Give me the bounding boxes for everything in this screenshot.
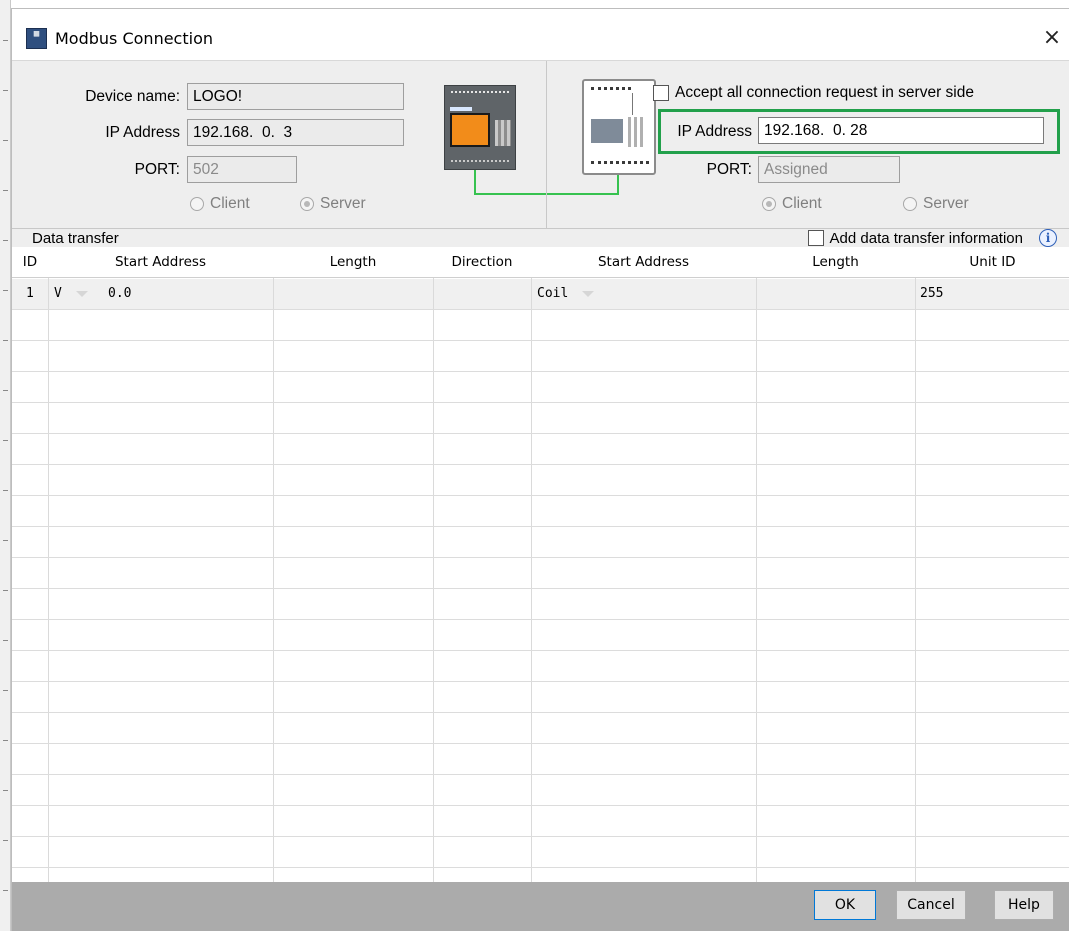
modbus-connection-dialog: ▦ Modbus Connection × Device name: LOGO!… <box>11 8 1069 931</box>
accept-all-label: Accept all connection request in server … <box>675 84 974 101</box>
local-port-field[interactable]: 502 <box>187 156 297 183</box>
remote-area-value: Coil <box>537 286 569 301</box>
local-ip-field[interactable]: 192.168. 0. 3 <box>187 119 404 146</box>
data-transfer-table: ID Start Address Length Direction Start … <box>12 247 1069 882</box>
unit-id-value[interactable]: 255 <box>920 279 943 309</box>
chevron-down-icon[interactable] <box>75 290 88 297</box>
window-title: Modbus Connection <box>55 29 213 48</box>
table-row-divider <box>12 309 1069 310</box>
radio-circle-selected <box>762 197 776 211</box>
local-client-radio[interactable]: Client <box>190 195 250 213</box>
dialog-footer: OK Cancel Help <box>12 882 1069 931</box>
column-header-id[interactable]: ID <box>12 247 48 278</box>
remote-port-label: PORT: <box>706 161 752 178</box>
column-header-remote-length[interactable]: Length <box>756 247 915 278</box>
local-server-radio[interactable]: Server <box>300 195 366 213</box>
remote-server-radio[interactable]: Server <box>903 195 969 213</box>
info-icon[interactable]: i <box>1039 229 1057 247</box>
remote-area-select[interactable]: Coil <box>537 279 595 309</box>
title-bar[interactable]: ▦ Modbus Connection × <box>12 9 1069 59</box>
remote-client-radio[interactable]: Client <box>762 195 822 213</box>
radio-circle-selected <box>300 197 314 211</box>
device-name-field[interactable]: LOGO! <box>187 83 404 110</box>
remote-server-label: Server <box>923 195 969 212</box>
radio-circle <box>903 197 917 211</box>
local-port-label: PORT: <box>134 161 180 178</box>
logo-device-image <box>444 85 516 170</box>
help-button[interactable]: Help <box>994 890 1054 920</box>
add-info-label: Add data transfer information <box>829 229 1023 247</box>
row-id: 1 <box>26 286 34 301</box>
remote-port-field[interactable]: Assigned <box>758 156 900 183</box>
table-row-divider <box>12 836 1069 837</box>
ok-button[interactable]: OK <box>814 890 876 920</box>
local-ip-label: IP Address <box>105 124 180 141</box>
accept-all-checkbox[interactable] <box>653 85 669 101</box>
column-header-local-start[interactable]: Start Address <box>48 247 273 278</box>
table-row-divider <box>12 650 1069 651</box>
table-row-divider <box>12 495 1069 496</box>
data-transfer-header: Data transfer Add data transfer informat… <box>12 228 1069 247</box>
local-client-label: Client <box>210 195 250 212</box>
local-area-value: V <box>54 286 62 301</box>
table-row-divider <box>12 464 1069 465</box>
data-transfer-title: Data transfer <box>32 230 119 247</box>
table-row-divider <box>12 712 1069 713</box>
close-icon[interactable]: × <box>1035 23 1069 53</box>
remote-client-label: Client <box>782 195 822 212</box>
panel-divider <box>546 61 547 229</box>
remote-ip-label: IP Address <box>677 123 752 140</box>
table-row-divider <box>12 402 1069 403</box>
table-row-divider <box>12 805 1069 806</box>
table-row-divider <box>12 867 1069 868</box>
local-server-label: Server <box>320 195 366 212</box>
local-area-select[interactable]: V <box>54 279 88 309</box>
accept-all-option[interactable]: Accept all connection request in server … <box>653 84 974 102</box>
table-header: ID Start Address Length Direction Start … <box>12 247 1069 278</box>
table-row-divider <box>12 681 1069 682</box>
table-row-divider <box>12 340 1069 341</box>
column-header-remote-start[interactable]: Start Address <box>531 247 756 278</box>
table-row-divider <box>12 774 1069 775</box>
table-row-divider <box>12 526 1069 527</box>
add-info-option[interactable]: Add data transfer information i <box>807 229 1057 247</box>
table-row-divider <box>12 557 1069 558</box>
column-header-unit-id[interactable]: Unit ID <box>915 247 1069 278</box>
remote-device-image <box>582 79 656 175</box>
background-window-edge <box>0 0 11 931</box>
cancel-button[interactable]: Cancel <box>896 890 966 920</box>
radio-circle <box>190 197 204 211</box>
table-row-divider <box>12 588 1069 589</box>
add-info-checkbox[interactable] <box>807 230 824 246</box>
logo-app-icon: ▦ <box>26 28 47 49</box>
chevron-down-icon[interactable] <box>582 290 595 297</box>
table-row-divider <box>12 371 1069 372</box>
remote-ip-field[interactable]: 192.168. 0. 28 <box>758 117 1044 144</box>
local-start-value[interactable]: 0.0 <box>108 279 131 309</box>
column-header-direction[interactable]: Direction <box>433 247 531 278</box>
table-row-divider <box>12 433 1069 434</box>
connection-settings-panel: Device name: LOGO! IP Address 192.168. 0… <box>12 60 1069 229</box>
table-row-divider <box>12 619 1069 620</box>
column-header-length[interactable]: Length <box>273 247 433 278</box>
table-row-divider <box>12 743 1069 744</box>
device-name-label: Device name: <box>85 88 180 105</box>
